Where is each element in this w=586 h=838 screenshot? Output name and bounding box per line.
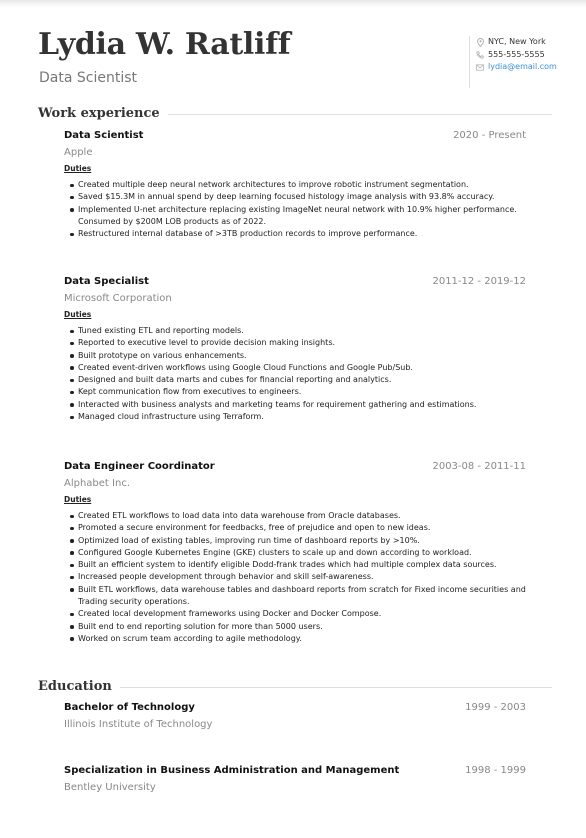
duty-item: Increased people development through beh… [69,571,526,583]
duties-label: Duties [64,310,92,319]
duty-item: Optimized load of existing tables, impro… [69,535,526,547]
candidate-name: Lydia W. Ratliff [38,27,291,62]
duties-list: Created multiple deep neural network arc… [64,179,526,240]
education-heading: Education [38,679,552,694]
degree: Specialization in Business Administratio… [64,765,400,776]
duty-item: Implemented U-net architecture replacing… [69,204,526,229]
job-company: Apple [64,147,93,158]
job-entry: Data Engineer Coordinator 2003-08 - 2011… [64,461,526,645]
duty-item: Worked on scrum team according to agile … [69,633,526,645]
duty-item: Kept communication flow from executives … [69,386,526,398]
duty-item: Tuned existing ETL and reporting models. [69,325,526,337]
duty-item: Built an efficient system to identify el… [69,559,526,571]
page-top-shadow [0,0,586,8]
education-entry: Specialization in Business Administratio… [64,765,526,793]
education-dates: 1999 - 2003 [465,702,526,713]
job-role: Data Engineer Coordinator [64,461,215,472]
section-title: Education [38,679,112,694]
duty-item: Configured Google Kubernetes Engine (GKE… [69,547,526,559]
job-company: Microsoft Corporation [64,293,172,304]
duty-item: Promoted a secure environment for feedba… [69,522,526,534]
duty-item: Created event-driven workflows using Goo… [69,362,526,374]
duty-item: Built ETL workflows, data warehouse tabl… [69,584,526,609]
location-text: NYC, New York [488,37,546,46]
degree: Bachelor of Technology [64,702,195,713]
duty-item: Designed and built data marts and cubes … [69,374,526,386]
duty-item: Saved $15.3M in annual spend by deep lea… [69,191,526,203]
duties-list: Created ETL workflows to load data into … [64,510,526,645]
job-entry: Data Scientist 2020 - Present Apple Duti… [64,130,526,240]
contact-block: NYC, New York 555-555-5555 lydia@email.c… [469,36,557,88]
duty-item: Created ETL workflows to load data into … [69,510,526,522]
school: Illinois Institute of Technology [64,719,213,730]
candidate-title: Data Scientist [39,70,137,86]
contact-phone: 555-555-5555 [476,49,557,62]
job-role: Data Specialist [64,276,149,287]
phone-text: 555-555-5555 [488,49,545,59]
job-dates: 2011-12 - 2019-12 [432,276,526,287]
education-entry: Bachelor of Technology 1999 - 2003 Illin… [64,702,526,730]
email-link[interactable]: lydia@email.com [488,61,557,74]
contact-location: NYC, New York [476,36,557,49]
duty-item: Created multiple deep neural network arc… [69,179,526,191]
duty-item: Built end to end reporting solution for … [69,621,526,633]
section-divider [167,114,552,115]
section-title: Work experience [38,106,160,121]
job-entry: Data Specialist 2011-12 - 2019-12 Micros… [64,276,526,423]
section-divider [119,687,552,688]
duties-list: Tuned existing ETL and reporting models.… [64,325,526,423]
duty-item: Interacted with business analysts and ma… [69,399,526,411]
job-dates: 2003-08 - 2011-11 [432,461,526,472]
envelope-icon [476,64,484,71]
duty-item: Restructured internal database of >3TB p… [69,228,526,240]
duties-label: Duties [64,164,92,173]
job-role: Data Scientist [64,130,144,141]
duty-item: Built prototype on various enhancements. [69,350,526,362]
contact-email[interactable]: lydia@email.com [476,61,557,74]
job-dates: 2020 - Present [453,130,526,141]
duty-item: Reported to executive level to provide d… [69,337,526,349]
education-dates: 1998 - 1999 [465,765,526,776]
duty-item: Created local development frameworks usi… [69,608,526,620]
phone-icon [476,51,484,59]
school: Bentley University [64,782,156,793]
work-experience-heading: Work experience [38,106,552,121]
duty-item: Managed cloud infrastructure using Terra… [69,411,526,423]
job-company: Alphabet Inc. [64,478,130,489]
duties-label: Duties [64,495,92,504]
map-pin-icon [476,37,484,47]
